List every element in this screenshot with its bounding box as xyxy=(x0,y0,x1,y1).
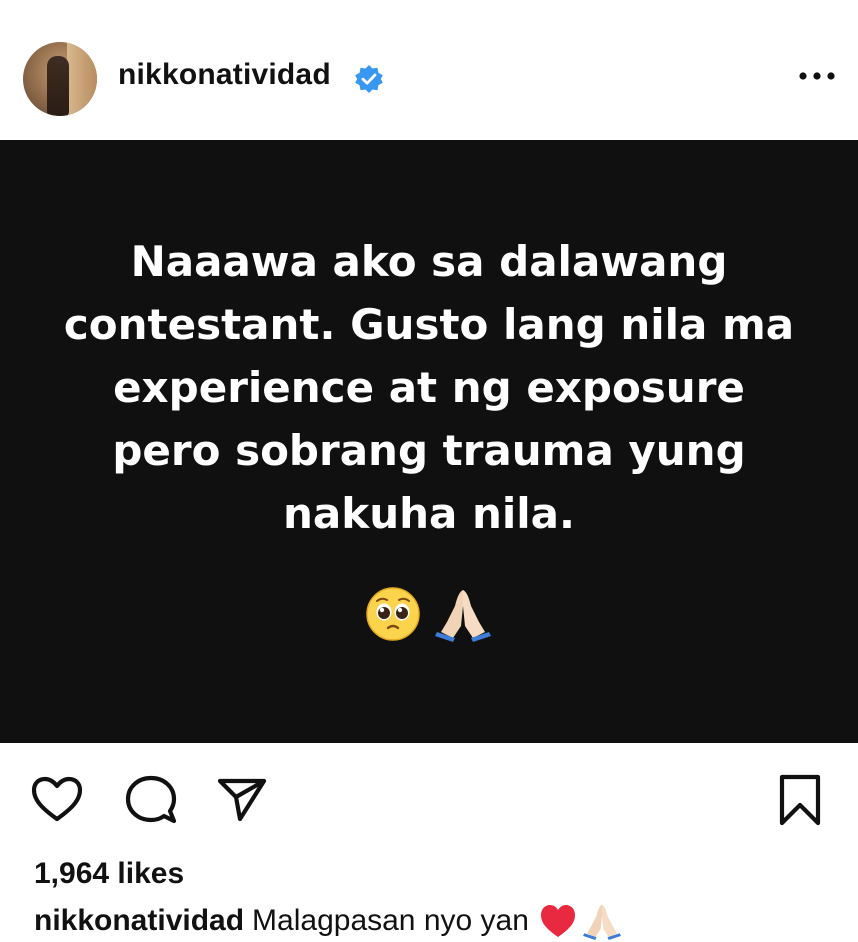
red-heart-emoji xyxy=(540,905,575,937)
folded-hands-emoji xyxy=(582,904,621,940)
avatar-figure xyxy=(47,56,69,116)
more-horizontal-icon[interactable] xyxy=(795,64,839,88)
pleading-face-emoji xyxy=(366,587,420,641)
avatar-curtain xyxy=(67,42,97,116)
comment-icon[interactable] xyxy=(124,773,178,827)
post-header: nikkonatividad xyxy=(0,0,858,140)
caption-text: Malagpasan nyo yan xyxy=(252,904,529,937)
folded-hands-emoji xyxy=(435,590,491,642)
avatar[interactable] xyxy=(23,42,97,116)
likes-count[interactable]: 1,964 likes xyxy=(34,857,184,891)
bookmark-icon[interactable] xyxy=(773,773,827,827)
verified-badge-icon xyxy=(355,65,383,93)
post-text: Naaawa ako sa dalawang contestant. Gusto… xyxy=(63,237,795,538)
send-icon[interactable] xyxy=(214,773,268,827)
caption: nikkonatividad Malagpasan nyo yan xyxy=(34,902,623,940)
username-link[interactable]: nikkonatividad xyxy=(118,58,331,92)
caption-username[interactable]: nikkonatividad xyxy=(34,904,244,938)
post-emoji-row xyxy=(0,586,858,642)
action-bar xyxy=(0,765,858,835)
post-image[interactable]: Naaawa ako sa dalawang contestant. Gusto… xyxy=(0,140,858,743)
heart-icon[interactable] xyxy=(30,773,84,827)
